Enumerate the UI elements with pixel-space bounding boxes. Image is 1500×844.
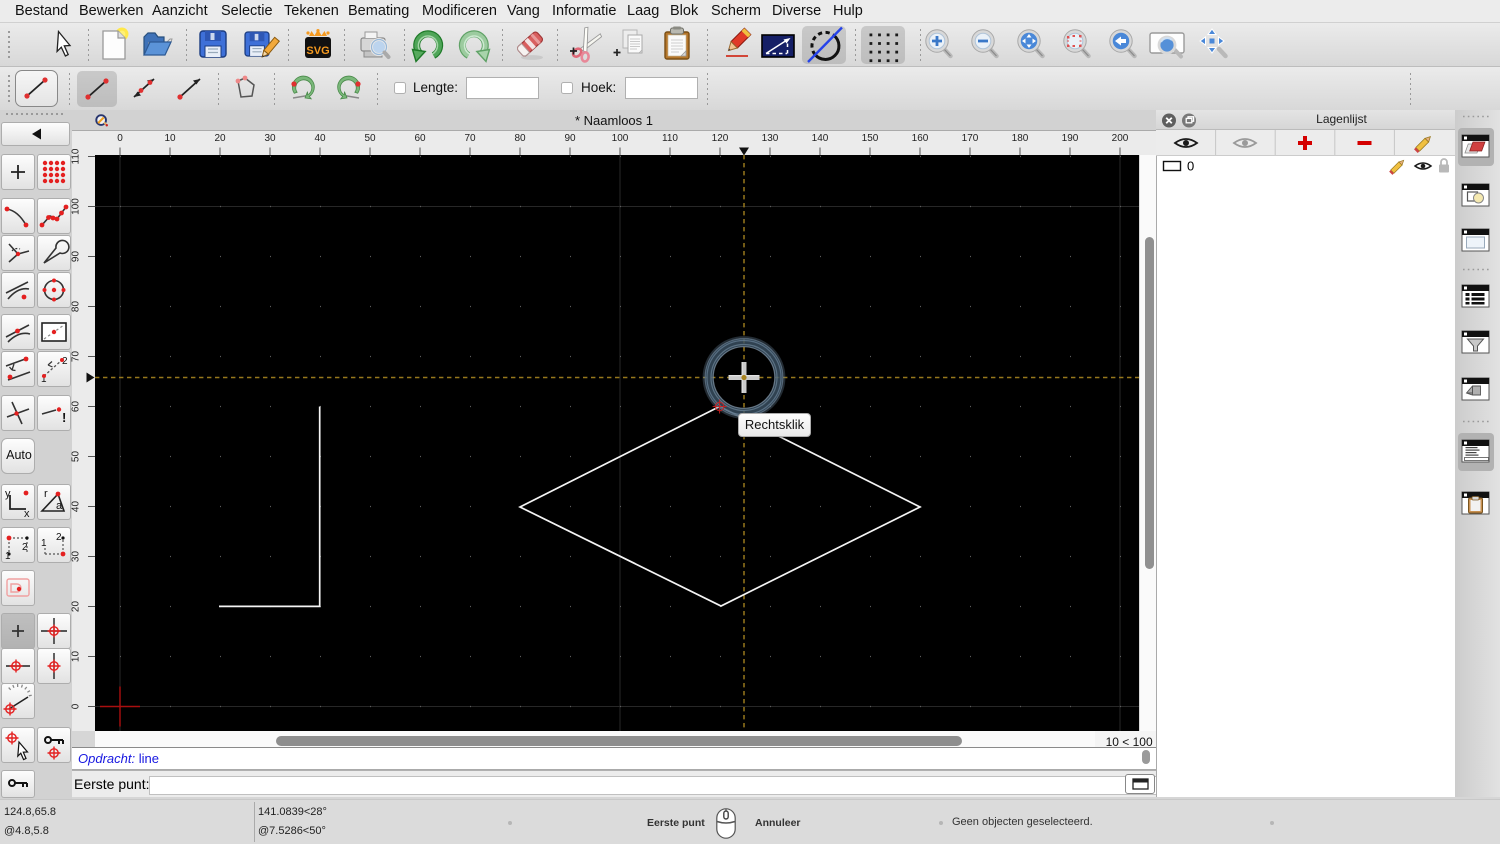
svg-text:a: a <box>56 500 63 512</box>
svg-text:2: 2 <box>22 542 28 553</box>
svg-text:SVG: SVG <box>306 45 329 57</box>
svg-text:x: x <box>24 508 30 519</box>
svg-text:1: 1 <box>41 538 47 549</box>
svg-text:1: 1 <box>5 551 11 562</box>
svg-text:!: ! <box>62 410 66 425</box>
svg-text:0: 0 <box>1187 159 1194 174</box>
svg-text:y: y <box>5 488 11 500</box>
svg-text:2: 2 <box>56 532 62 543</box>
svg-text:r: r <box>44 488 48 500</box>
